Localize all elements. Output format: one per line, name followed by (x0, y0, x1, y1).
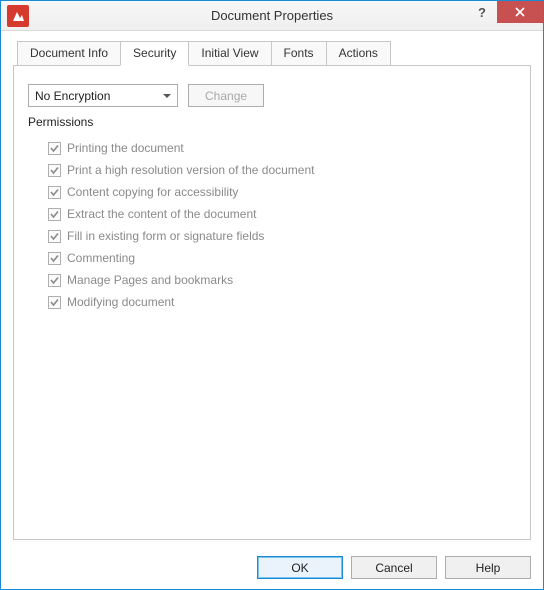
perm-modifying: Modifying document (48, 291, 516, 313)
encryption-row: No Encryption Change (28, 84, 516, 107)
tab-page-security: No Encryption Change Permissions Printin… (13, 65, 531, 540)
help-button[interactable]: Help (445, 556, 531, 579)
permissions-label: Permissions (28, 115, 516, 129)
checkbox[interactable] (48, 164, 61, 177)
dialog-window: Document Properties ? Document Info Secu… (0, 0, 544, 590)
dialog-button-row: OK Cancel Help (1, 548, 543, 589)
ok-button[interactable]: OK (257, 556, 343, 579)
tab-security[interactable]: Security (120, 41, 189, 66)
window-controls: ? (467, 1, 543, 23)
encryption-select[interactable]: No Encryption (28, 84, 178, 107)
perm-label: Fill in existing form or signature field… (67, 229, 264, 243)
help-icon[interactable]: ? (467, 1, 497, 23)
checkbox[interactable] (48, 296, 61, 309)
tab-initial-view[interactable]: Initial View (188, 41, 271, 65)
perm-label: Content copying for accessibility (67, 185, 238, 199)
cancel-button[interactable]: Cancel (351, 556, 437, 579)
window-title: Document Properties (1, 8, 543, 23)
perm-printing: Printing the document (48, 137, 516, 159)
perm-manage-pages: Manage Pages and bookmarks (48, 269, 516, 291)
checkbox[interactable] (48, 252, 61, 265)
checkbox[interactable] (48, 208, 61, 221)
checkbox[interactable] (48, 274, 61, 287)
checkbox[interactable] (48, 186, 61, 199)
tab-bar: Document Info Security Initial View Font… (13, 41, 531, 65)
perm-label: Commenting (67, 251, 135, 265)
perm-label: Manage Pages and bookmarks (67, 273, 233, 287)
dialog-content: Document Info Security Initial View Font… (1, 31, 543, 548)
perm-commenting: Commenting (48, 247, 516, 269)
perm-highres-print: Print a high resolution version of the d… (48, 159, 516, 181)
checkbox[interactable] (48, 142, 61, 155)
titlebar: Document Properties ? (1, 1, 543, 31)
perm-extract: Extract the content of the document (48, 203, 516, 225)
tab-actions[interactable]: Actions (326, 41, 391, 65)
perm-fill-form: Fill in existing form or signature field… (48, 225, 516, 247)
tab-document-info[interactable]: Document Info (17, 41, 121, 65)
checkbox[interactable] (48, 230, 61, 243)
perm-copy-accessibility: Content copying for accessibility (48, 181, 516, 203)
encryption-select-value: No Encryption (35, 89, 110, 103)
perm-label: Extract the content of the document (67, 207, 256, 221)
perm-label: Printing the document (67, 141, 184, 155)
change-button[interactable]: Change (188, 84, 264, 107)
close-icon[interactable] (497, 1, 543, 23)
app-icon (7, 5, 29, 27)
permissions-list: Printing the document Print a high resol… (28, 135, 516, 313)
tab-fonts[interactable]: Fonts (271, 41, 327, 65)
perm-label: Modifying document (67, 295, 174, 309)
perm-label: Print a high resolution version of the d… (67, 163, 314, 177)
